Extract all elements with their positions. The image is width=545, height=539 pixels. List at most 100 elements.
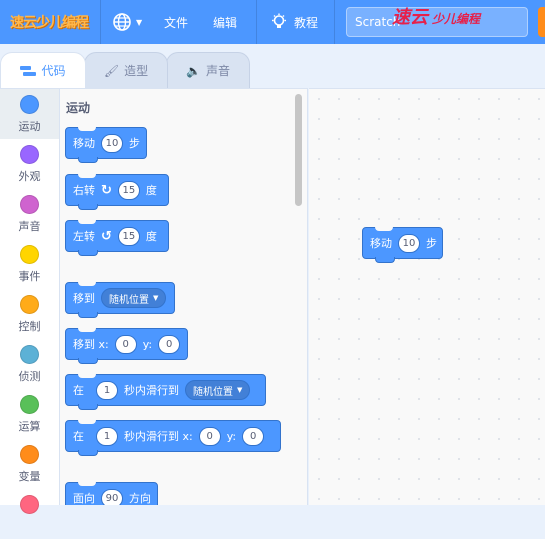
category-label: 运算 [18,420,41,433]
degrees-input[interactable]: 15 [117,180,140,200]
block-text: y: [226,429,237,443]
block-text: 移到 x: [73,338,109,351]
category-my-blocks[interactable] [0,489,59,539]
category-variables[interactable]: 变量 [0,439,59,489]
block-text: 面向 [73,492,95,505]
block-text: 度 [145,184,157,197]
tab-code[interactable]: 代码 [0,52,86,88]
category-dot-icon [20,295,39,314]
category-label: 运动 [18,120,41,133]
speaker-icon: 🔈 [186,63,201,78]
category-operators[interactable]: 运算 [0,389,59,439]
x-input[interactable]: 0 [114,334,137,354]
direction-input[interactable]: 90 [101,488,123,505]
language-menu[interactable]: ▼ [112,0,142,44]
block-text: 移动 [370,237,392,250]
block-text: 方向 [129,492,151,505]
script-move-steps-block[interactable]: 移动 10 步 [362,227,443,263]
block-text: 左转 [73,230,95,243]
point-direction-block[interactable]: 面向 90 方向 [65,482,158,505]
tab-costume[interactable]: 🖌 造型 [84,52,168,88]
tab-sound[interactable]: 🔈 声音 [166,52,250,88]
category-dot-icon [20,445,39,464]
logo-text: 速云少儿编程 [10,15,89,31]
category-label: 外观 [18,170,41,183]
rotate-right-icon: ↻ [101,182,112,198]
category-sensing[interactable]: 侦测 [0,339,59,389]
caret-down-icon: ▼ [237,386,243,394]
rotate-left-icon: ↺ [101,228,112,244]
menu-divider [100,0,101,44]
category-looks[interactable]: 外观 [0,139,59,189]
degrees-input[interactable]: 15 [117,226,140,246]
share-button[interactable] [538,7,545,37]
block-text: 秒内滑行到 x: [124,430,193,443]
tab-sound-label: 声音 [205,64,230,78]
move-steps-block[interactable]: 移动 10 步 [65,127,147,163]
block-text: 在 [73,384,84,397]
category-motion[interactable]: 运动 [0,89,59,139]
steps-input[interactable]: 10 [398,233,420,253]
category-dot-icon [20,395,39,414]
seconds-input[interactable]: 1 [96,426,118,446]
category-label: 声音 [18,220,41,233]
palette-heading: 运动 [66,101,91,115]
category-dot-icon [20,195,39,214]
goto-target-dropdown[interactable]: 随机位置 ▼ [101,288,167,308]
file-menu[interactable]: 文件 [164,0,188,44]
category-sound[interactable]: 声音 [0,189,59,239]
category-dot-icon [20,345,39,364]
dropdown-value: 随机位置 [109,294,149,306]
watermark-sub: 少儿编程 [432,12,481,26]
caret-down-icon: ▼ [153,294,159,302]
editor-tabs: 🔈 声音 🖌 造型 代码 [0,44,545,88]
block-text: 右转 [73,184,95,197]
block-text: y: [142,337,153,351]
lightbulb-icon [272,13,286,28]
category-dot-icon [20,95,39,114]
y-input[interactable]: 0 [158,334,181,354]
category-label: 变量 [18,470,41,483]
category-control[interactable]: 控制 [0,289,59,339]
glide-to-xy-block[interactable]: 在 1 秒内滑行到 x: 0 y: 0 [65,420,281,456]
logo[interactable]: 速云少儿编程 [10,9,89,35]
y-input[interactable]: 0 [242,426,265,446]
tutorials-button[interactable]: 教程 [270,0,318,44]
dropdown-value: 随机位置 [193,386,233,398]
category-dot-icon [20,145,39,164]
globe-icon [113,13,131,31]
block-text: 步 [426,237,437,250]
brush-icon: 🖌 [103,63,120,78]
block-text: 步 [129,137,140,150]
block-text: 在 [73,430,84,443]
glide-target-dropdown[interactable]: 随机位置 ▼ [185,380,251,400]
menu-divider [256,0,257,44]
seconds-input[interactable]: 1 [96,380,118,400]
turn-left-block[interactable]: 左转 ↺ 15 度 [65,220,169,256]
turn-right-block[interactable]: 右转 ↻ 15 度 [65,174,169,210]
x-input[interactable]: 0 [198,426,221,446]
category-events[interactable]: 事件 [0,239,59,289]
block-text: 移到 [73,292,95,305]
code-blocks-icon [20,65,37,76]
tab-code-label: 代码 [41,64,66,78]
block-palette: 运动 移动 10 步 右转 ↻ 15 度 左转 ↺ 15 度 移到 随机位置 ▼… [60,88,308,505]
steps-input[interactable]: 10 [101,133,123,153]
tab-costume-label: 造型 [124,64,149,78]
tutorials-label: 教程 [294,15,319,30]
block-text: 秒内滑行到 [124,384,179,397]
category-label: 侦测 [18,370,41,383]
goto-xy-block[interactable]: 移到 x: 0 y: 0 [65,328,188,364]
palette-scrollbar[interactable] [295,94,302,206]
edit-menu[interactable]: 编辑 [213,0,237,44]
glide-to-block[interactable]: 在 1 秒内滑行到 随机位置 ▼ [65,374,266,410]
menu-divider [334,0,335,44]
category-label: 事件 [18,270,41,283]
block-text: 度 [145,230,157,243]
watermark-main: 速云 [392,7,428,28]
watermark: 速云 少儿编程 [392,3,480,29]
category-label: 控制 [18,320,41,333]
script-workspace[interactable]: 移动 10 步 [309,88,545,505]
goto-block[interactable]: 移到 随机位置 ▼ [65,282,175,318]
category-menu: 运动 外观 声音 事件 控制 侦测 运算 变量 [0,88,60,514]
